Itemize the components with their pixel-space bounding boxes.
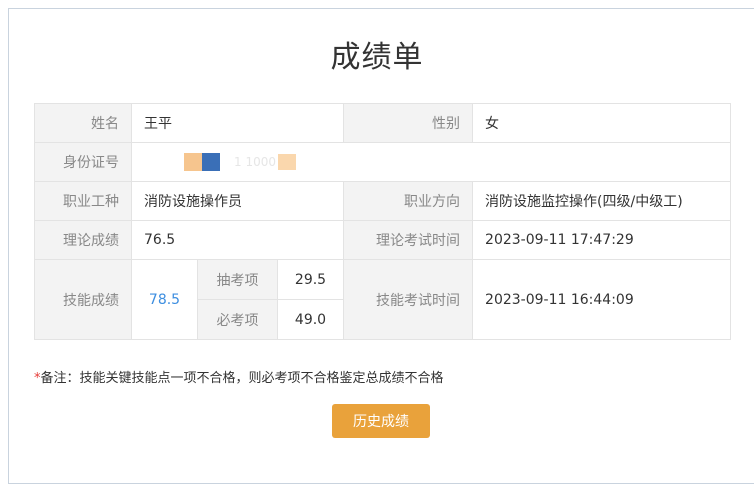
footnote: *备注：技能关键技能点一项不合格，则必考项不合格鉴定总成绩不合格: [34, 367, 444, 386]
skill-value-link[interactable]: 78.5: [131, 259, 198, 340]
redaction-mask: [278, 154, 296, 170]
skill-time-label: 技能考试时间: [343, 259, 474, 340]
redaction-mask: [184, 153, 202, 171]
theory-value: 76.5: [130, 220, 345, 260]
skill-label: 技能成绩: [34, 259, 132, 340]
theory-label: 理论成绩: [34, 220, 132, 260]
redaction-mask: [202, 153, 220, 171]
table-row: 技能成绩 78.5 抽考项 29.5 技能考试时间 2023-09-11 16:…: [34, 259, 732, 340]
page-title: 成绩单: [330, 40, 424, 75]
footnote-text: 备注：技能关键技能点一项不合格，则必考项不合格鉴定总成绩不合格: [40, 371, 444, 386]
gender-value: 女: [472, 103, 732, 143]
sub-item-label: 抽考项: [197, 259, 278, 300]
score-table: 姓名 王平 性别 女 身份证号 1 1000 职业工种 消防设施操作员 职业方向…: [34, 103, 732, 340]
theory-time-label: 理论考试时间: [343, 220, 474, 260]
direction-value: 消防设施监控操作(四级/中级工): [472, 181, 732, 221]
name-label: 姓名: [34, 103, 132, 143]
id-value: 1 1000: [130, 142, 732, 182]
id-label: 身份证号: [34, 142, 132, 182]
table-row: 职业工种 消防设施操作员 职业方向 消防设施监控操作(四级/中级工): [34, 181, 732, 221]
table-row: 姓名 王平 性别 女: [34, 103, 732, 143]
history-scores-button[interactable]: 历史成绩: [332, 404, 430, 438]
job-label: 职业工种: [34, 181, 132, 221]
theory-time-value: 2023-09-11 17:47:29: [472, 220, 732, 260]
sub-item-label: 必考项: [197, 299, 278, 340]
table-row: 理论成绩 76.5 理论考试时间 2023-09-11 17:47:29: [34, 220, 732, 260]
name-value: 王平: [130, 103, 345, 143]
table-row: 身份证号 1 1000: [34, 142, 732, 182]
job-value: 消防设施操作员: [130, 181, 345, 221]
gender-label: 性别: [343, 103, 474, 143]
id-fragment: 1 1000: [234, 155, 276, 169]
direction-label: 职业方向: [343, 181, 474, 221]
skill-time-value: 2023-09-11 16:44:09: [472, 259, 732, 340]
sub-item-value: 49.0: [276, 299, 345, 340]
sub-item-value: 29.5: [276, 259, 345, 300]
